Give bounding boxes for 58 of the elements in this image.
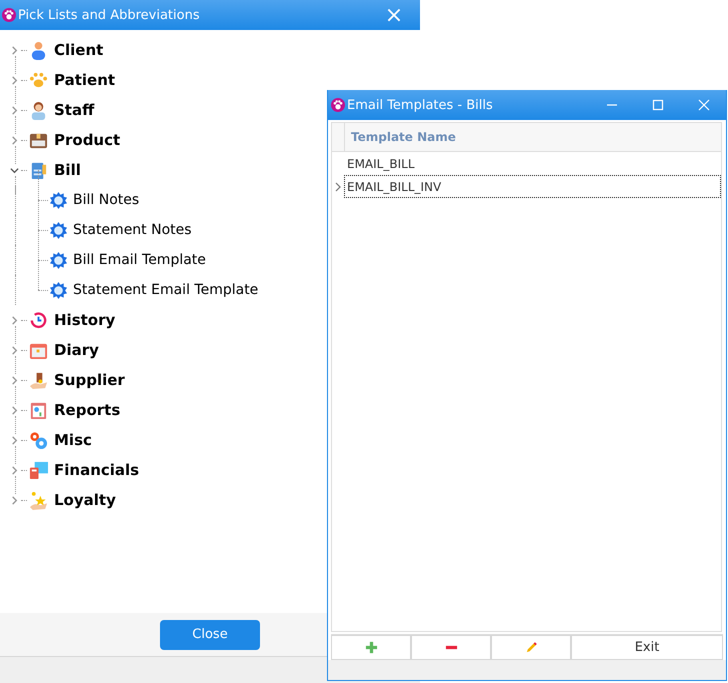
current-row-icon: [335, 182, 341, 192]
paw-icon: [2, 8, 16, 22]
tree-item[interactable]: Statement Notes: [73, 222, 192, 238]
category-icon: [29, 40, 48, 60]
tree-item[interactable]: Client: [54, 41, 104, 59]
expand-chevron-icon[interactable]: [10, 376, 19, 384]
gear-icon: [49, 280, 68, 300]
table-cell[interactable]: EMAIL_BILL: [344, 152, 721, 175]
edit-button[interactable]: [491, 635, 571, 660]
tree-item[interactable]: Bill Notes: [73, 192, 140, 208]
category-icon: [29, 70, 48, 90]
close-button[interactable]: Close: [160, 620, 260, 650]
maximize-icon[interactable]: [652, 99, 664, 111]
category-icon: [29, 160, 48, 180]
category-icon: [29, 400, 48, 420]
expand-chevron-icon[interactable]: [10, 436, 19, 444]
tree-item[interactable]: Bill Email Template: [73, 252, 206, 268]
table-cell[interactable]: EMAIL_BILL_INV: [344, 175, 721, 198]
expand-chevron-icon[interactable]: [10, 46, 19, 54]
expand-chevron-icon[interactable]: [10, 316, 19, 324]
paw-icon: [331, 98, 345, 112]
category-icon: [29, 370, 48, 390]
expand-chevron-icon[interactable]: [10, 136, 19, 144]
tree-item[interactable]: Misc: [54, 431, 92, 449]
category-icon: [29, 490, 48, 510]
tree-item[interactable]: Financials: [54, 461, 140, 479]
expand-chevron-icon[interactable]: [10, 76, 19, 84]
tree-item[interactable]: Supplier: [54, 371, 125, 389]
tree-item[interactable]: History: [54, 311, 116, 329]
window-title: Email Templates - Bills: [347, 98, 494, 112]
plus-icon: [364, 641, 378, 654]
category-icon: [29, 100, 48, 120]
expand-chevron-icon[interactable]: [10, 346, 19, 354]
exit-button[interactable]: Exit: [571, 635, 723, 660]
category-icon: [29, 310, 48, 330]
expand-chevron-icon[interactable]: [10, 406, 19, 414]
gear-icon: [49, 190, 68, 210]
tree-item[interactable]: Staff: [54, 101, 94, 119]
add-button[interactable]: [331, 635, 411, 660]
expand-chevron-icon[interactable]: [10, 106, 19, 114]
close-icon[interactable]: [698, 99, 710, 111]
gear-icon: [49, 220, 68, 240]
tree-item[interactable]: Loyalty: [54, 491, 116, 509]
tree-item[interactable]: Statement Email Template: [73, 282, 258, 298]
tree-item[interactable]: Patient: [54, 71, 116, 89]
category-icon: [29, 460, 48, 480]
expand-chevron-icon[interactable]: [10, 466, 19, 474]
gear-icon: [49, 250, 68, 270]
tree-item[interactable]: Product: [54, 131, 120, 149]
pencil-icon: [524, 641, 538, 654]
category-icon: [29, 430, 48, 450]
window-title: Pick Lists and Abbreviations: [18, 8, 201, 22]
tree-item[interactable]: Bill: [54, 161, 81, 179]
remove-button[interactable]: [411, 635, 491, 660]
tree-item[interactable]: Reports: [54, 401, 120, 419]
collapse-chevron-icon[interactable]: [10, 166, 19, 174]
expand-chevron-icon[interactable]: [10, 496, 19, 504]
tree-item[interactable]: Diary: [54, 341, 99, 359]
